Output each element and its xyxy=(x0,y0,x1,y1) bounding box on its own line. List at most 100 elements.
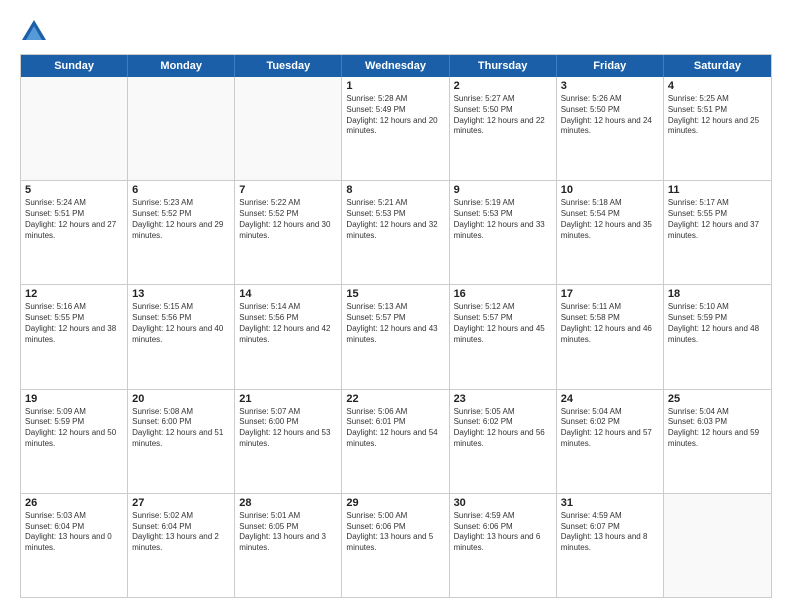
cell-sun-info: Sunrise: 5:24 AM Sunset: 5:51 PM Dayligh… xyxy=(25,198,123,241)
calendar-cell: 10 Sunrise: 5:18 AM Sunset: 5:54 PM Dayli… xyxy=(557,181,664,284)
day-number: 1 xyxy=(346,80,444,92)
calendar-cell: 4 Sunrise: 5:25 AM Sunset: 5:51 PM Daylig… xyxy=(664,77,771,180)
calendar-cell: 20 Sunrise: 5:08 AM Sunset: 6:00 PM Dayli… xyxy=(128,390,235,493)
weekday-header: Thursday xyxy=(450,55,557,77)
cell-sun-info: Sunrise: 4:59 AM Sunset: 6:07 PM Dayligh… xyxy=(561,511,659,554)
day-number: 4 xyxy=(668,80,767,92)
logo xyxy=(20,18,52,46)
cell-sun-info: Sunrise: 5:28 AM Sunset: 5:49 PM Dayligh… xyxy=(346,94,444,137)
weekday-header: Sunday xyxy=(21,55,128,77)
cell-sun-info: Sunrise: 5:18 AM Sunset: 5:54 PM Dayligh… xyxy=(561,198,659,241)
day-number: 12 xyxy=(25,288,123,300)
calendar-cell: 6Sunrise: 5:23 AM Sunset: 5:52 PM Daylig… xyxy=(128,181,235,284)
calendar-cell: 11 Sunrise: 5:17 AM Sunset: 5:55 PM Dayli… xyxy=(664,181,771,284)
cell-sun-info: Sunrise: 5:21 AM Sunset: 5:53 PM Dayligh… xyxy=(346,198,444,241)
weekday-header: Friday xyxy=(557,55,664,77)
calendar-cell: 19 Sunrise: 5:09 AM Sunset: 5:59 PM Dayli… xyxy=(21,390,128,493)
cell-sun-info: Sunrise: 5:15 AM Sunset: 5:56 PM Dayligh… xyxy=(132,302,230,345)
day-number: 8 xyxy=(346,184,444,196)
cell-sun-info: Sunrise: 5:00 AM Sunset: 6:06 PM Dayligh… xyxy=(346,511,444,554)
calendar-cell: 28 Sunrise: 5:01 AM Sunset: 6:05 PM Dayli… xyxy=(235,494,342,597)
calendar-cell: 18 Sunrise: 5:10 AM Sunset: 5:59 PM Dayli… xyxy=(664,285,771,388)
cell-sun-info: Sunrise: 5:04 AM Sunset: 6:02 PM Dayligh… xyxy=(561,407,659,450)
calendar-body: 1 Sunrise: 5:28 AM Sunset: 5:49 PM Daylig… xyxy=(21,77,771,597)
calendar-cell xyxy=(235,77,342,180)
day-number: 20 xyxy=(132,393,230,405)
cell-sun-info: Sunrise: 5:23 AM Sunset: 5:52 PM Dayligh… xyxy=(132,198,230,241)
day-number: 18 xyxy=(668,288,767,300)
day-number: 26 xyxy=(25,497,123,509)
page: SundayMondayTuesdayWednesdayThursdayFrid… xyxy=(0,0,792,612)
day-number: 7 xyxy=(239,184,337,196)
day-number: 19 xyxy=(25,393,123,405)
weekday-header: Wednesday xyxy=(342,55,449,77)
calendar-cell: 27 Sunrise: 5:02 AM Sunset: 6:04 PM Dayli… xyxy=(128,494,235,597)
day-number: 2 xyxy=(454,80,552,92)
cell-sun-info: Sunrise: 5:03 AM Sunset: 6:04 PM Dayligh… xyxy=(25,511,123,554)
cell-sun-info: Sunrise: 5:22 AM Sunset: 5:52 PM Dayligh… xyxy=(239,198,337,241)
calendar-row: 1 Sunrise: 5:28 AM Sunset: 5:49 PM Daylig… xyxy=(21,77,771,181)
calendar-cell: 9 Sunrise: 5:19 AM Sunset: 5:53 PM Daylig… xyxy=(450,181,557,284)
day-number: 9 xyxy=(454,184,552,196)
cell-sun-info: Sunrise: 5:02 AM Sunset: 6:04 PM Dayligh… xyxy=(132,511,230,554)
calendar-cell: 29 Sunrise: 5:00 AM Sunset: 6:06 PM Dayli… xyxy=(342,494,449,597)
day-number: 17 xyxy=(561,288,659,300)
cell-sun-info: Sunrise: 5:04 AM Sunset: 6:03 PM Dayligh… xyxy=(668,407,767,450)
cell-sun-info: Sunrise: 5:09 AM Sunset: 5:59 PM Dayligh… xyxy=(25,407,123,450)
day-number: 11 xyxy=(668,184,767,196)
cell-sun-info: Sunrise: 5:17 AM Sunset: 5:55 PM Dayligh… xyxy=(668,198,767,241)
calendar-cell: 17 Sunrise: 5:11 AM Sunset: 5:58 PM Dayli… xyxy=(557,285,664,388)
cell-sun-info: Sunrise: 5:10 AM Sunset: 5:59 PM Dayligh… xyxy=(668,302,767,345)
cell-sun-info: Sunrise: 5:12 AM Sunset: 5:57 PM Dayligh… xyxy=(454,302,552,345)
calendar-cell: 1 Sunrise: 5:28 AM Sunset: 5:49 PM Daylig… xyxy=(342,77,449,180)
calendar-cell xyxy=(128,77,235,180)
weekday-header: Saturday xyxy=(664,55,771,77)
day-number: 22 xyxy=(346,393,444,405)
day-number: 16 xyxy=(454,288,552,300)
cell-sun-info: Sunrise: 5:07 AM Sunset: 6:00 PM Dayligh… xyxy=(239,407,337,450)
calendar-cell: 13Sunrise: 5:15 AM Sunset: 5:56 PM Dayli… xyxy=(128,285,235,388)
day-number: 15 xyxy=(346,288,444,300)
cell-sun-info: Sunrise: 5:16 AM Sunset: 5:55 PM Dayligh… xyxy=(25,302,123,345)
calendar-cell: 7 Sunrise: 5:22 AM Sunset: 5:52 PM Daylig… xyxy=(235,181,342,284)
calendar-cell: 15 Sunrise: 5:13 AM Sunset: 5:57 PM Dayli… xyxy=(342,285,449,388)
calendar-cell: 22 Sunrise: 5:06 AM Sunset: 6:01 PM Dayli… xyxy=(342,390,449,493)
calendar-cell: 30 Sunrise: 4:59 AM Sunset: 6:06 PM Dayli… xyxy=(450,494,557,597)
calendar-cell xyxy=(664,494,771,597)
day-number: 14 xyxy=(239,288,337,300)
cell-sun-info: Sunrise: 5:14 AM Sunset: 5:56 PM Dayligh… xyxy=(239,302,337,345)
calendar-cell: 26 Sunrise: 5:03 AM Sunset: 6:04 PM Dayli… xyxy=(21,494,128,597)
day-number: 21 xyxy=(239,393,337,405)
calendar-cell: 2Sunrise: 5:27 AM Sunset: 5:50 PM Daylig… xyxy=(450,77,557,180)
day-number: 27 xyxy=(132,497,230,509)
calendar-cell: 5Sunrise: 5:24 AM Sunset: 5:51 PM Daylig… xyxy=(21,181,128,284)
calendar-cell: 8 Sunrise: 5:21 AM Sunset: 5:53 PM Daylig… xyxy=(342,181,449,284)
cell-sun-info: Sunrise: 5:13 AM Sunset: 5:57 PM Dayligh… xyxy=(346,302,444,345)
weekday-header: Tuesday xyxy=(235,55,342,77)
calendar-cell: 16 Sunrise: 5:12 AM Sunset: 5:57 PM Dayli… xyxy=(450,285,557,388)
day-number: 24 xyxy=(561,393,659,405)
cell-sun-info: Sunrise: 5:11 AM Sunset: 5:58 PM Dayligh… xyxy=(561,302,659,345)
cell-sun-info: Sunrise: 5:25 AM Sunset: 5:51 PM Dayligh… xyxy=(668,94,767,137)
calendar-cell: 25 Sunrise: 5:04 AM Sunset: 6:03 PM Dayli… xyxy=(664,390,771,493)
calendar-cell: 21 Sunrise: 5:07 AM Sunset: 6:00 PM Dayli… xyxy=(235,390,342,493)
calendar-row: 19 Sunrise: 5:09 AM Sunset: 5:59 PM Dayli… xyxy=(21,390,771,494)
cell-sun-info: Sunrise: 5:19 AM Sunset: 5:53 PM Dayligh… xyxy=(454,198,552,241)
calendar-row: 12 Sunrise: 5:16 AM Sunset: 5:55 PM Dayli… xyxy=(21,285,771,389)
cell-sun-info: Sunrise: 5:08 AM Sunset: 6:00 PM Dayligh… xyxy=(132,407,230,450)
weekday-header: Monday xyxy=(128,55,235,77)
day-number: 25 xyxy=(668,393,767,405)
day-number: 31 xyxy=(561,497,659,509)
day-number: 29 xyxy=(346,497,444,509)
cell-sun-info: Sunrise: 5:01 AM Sunset: 6:05 PM Dayligh… xyxy=(239,511,337,554)
calendar-cell xyxy=(21,77,128,180)
cell-sun-info: Sunrise: 4:59 AM Sunset: 6:06 PM Dayligh… xyxy=(454,511,552,554)
day-number: 28 xyxy=(239,497,337,509)
calendar-cell: 24 Sunrise: 5:04 AM Sunset: 6:02 PM Dayli… xyxy=(557,390,664,493)
calendar-header: SundayMondayTuesdayWednesdayThursdayFrid… xyxy=(21,55,771,77)
day-number: 30 xyxy=(454,497,552,509)
day-number: 10 xyxy=(561,184,659,196)
calendar-cell: 14 Sunrise: 5:14 AM Sunset: 5:56 PM Dayli… xyxy=(235,285,342,388)
day-number: 23 xyxy=(454,393,552,405)
cell-sun-info: Sunrise: 5:06 AM Sunset: 6:01 PM Dayligh… xyxy=(346,407,444,450)
